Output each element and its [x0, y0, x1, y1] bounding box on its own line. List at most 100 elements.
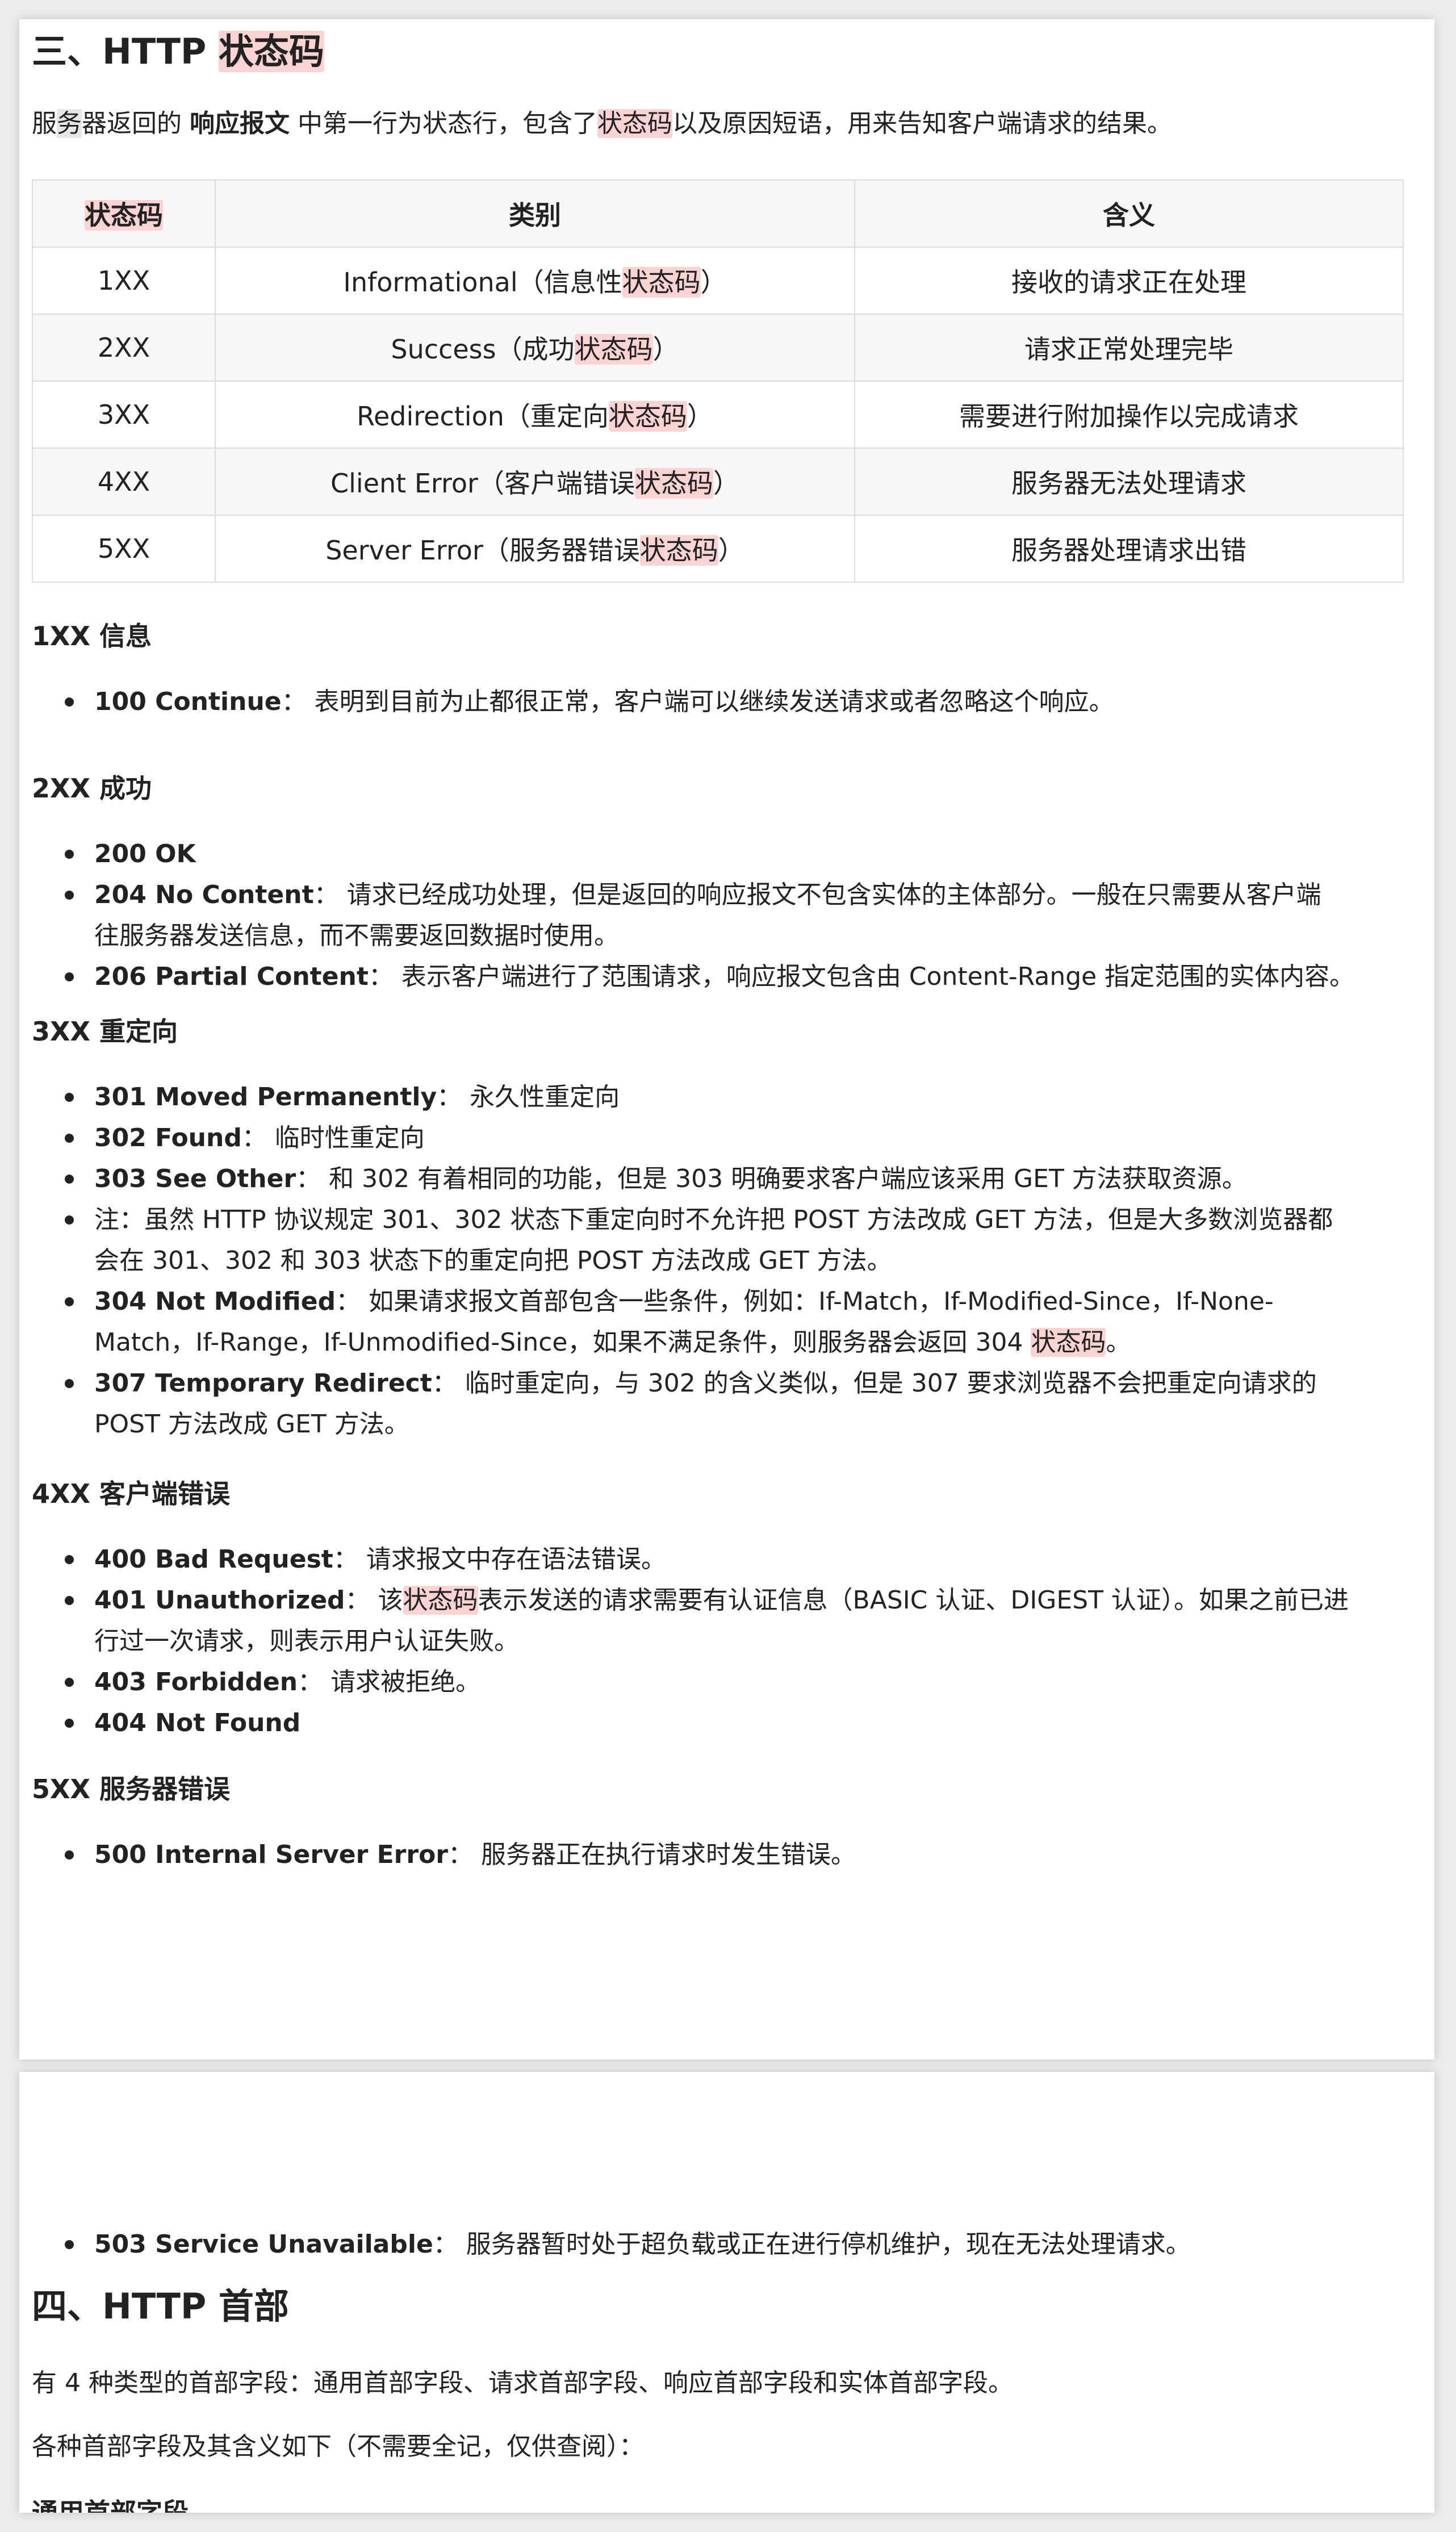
cell-code: 5XX	[32, 515, 216, 583]
item-term: 100 Continue	[94, 687, 282, 716]
item-text: ： 和 302 有着相同的功能，但是 303 明确要求客户端应该采用 GET 方…	[296, 1164, 1247, 1193]
cat-text: Informational（信息性	[343, 267, 622, 298]
item-text: ： 服务器暂时处于超负载或正在进行停机维护，现在无法处理请求。	[433, 2230, 1191, 2259]
item-text: 表示发送的请求需要有认证信息（BASIC 认证、DIGEST 认证）。如果之前已…	[478, 1586, 1349, 1615]
header-code: 状态码	[32, 179, 216, 248]
item-term: 301 Moved Permanently	[94, 1083, 437, 1112]
item-text: 行过一次请求，则表示用户认证失败。	[94, 1627, 519, 1656]
item-text: ： 表明到目前为止都很正常，客户端可以继续发送请求或者忽略这个响应。	[281, 687, 1114, 716]
headers-paragraph-1: 有 4 种类型的首部字段：通用首部字段、请求首部字段、响应首部字段和实体首部字段…	[32, 2368, 1013, 2397]
item-text: ： 临时重定向，与 302 的含义类似，但是 307 要求浏览器不会把重定向请求…	[432, 1369, 1317, 1398]
list-2xx: 200 OK 204 No Content： 请求已经成功处理，但是返回的响应报…	[32, 834, 1406, 997]
cat-text: Server Error（服务器错误	[325, 535, 640, 566]
heading-4xx: 4XX 客户端错误	[32, 1478, 230, 1509]
header-category: 类别	[215, 179, 855, 248]
section-2xx: 2XX 成功 200 OK 204 No Content： 请求已经成功处理，但…	[32, 768, 1406, 997]
item-term: 206 Partial Content	[94, 962, 369, 991]
cell-meaning: 服务器处理请求出错	[854, 515, 1404, 583]
cell-meaning: 接收的请求正在处理	[854, 246, 1404, 315]
status-code-table: 状态码 类别 含义 1XX Informational（信息性状态码） 接收的请…	[32, 179, 1404, 583]
cat-highlight: 状态码	[639, 535, 718, 566]
intro-text: 器返回的	[82, 109, 190, 138]
list-item: 204 No Content： 请求已经成功处理，但是返回的响应报文不包含实体的…	[65, 875, 1406, 956]
list-item: 206 Partial Content： 表示客户端进行了范围请求，响应报文包含…	[65, 956, 1406, 997]
cell-category: Success（成功状态码）	[215, 314, 855, 382]
cat-text: Redirection（重定向	[357, 401, 609, 432]
section-4xx: 4XX 客户端错误 400 Bad Request： 请求报文中存在语法错误。 …	[32, 1473, 1406, 1744]
item-text: Match，If-Range，If-Unmodified-Since，如果不满足…	[94, 1328, 1031, 1357]
item-term: 307 Temporary Redirect	[94, 1369, 432, 1398]
section-1xx: 1XX 信息 100 Continue： 表明到目前为止都很正常，客户端可以继续…	[32, 616, 1406, 722]
intro-text: 中第一行为状态行，包含了	[290, 109, 597, 138]
intro-text: 服	[32, 109, 57, 138]
list-3xx: 301 Moved Permanently： 永久性重定向 302 Found：…	[32, 1077, 1406, 1445]
list-item: 401 Unauthorized： 该状态码表示发送的请求需要有认证信息（BAS…	[65, 1580, 1406, 1662]
item-text: POST 方法改成 GET 方法。	[94, 1410, 409, 1439]
cat-text: ）	[700, 267, 727, 298]
cat-text: Client Error（客户端错误	[330, 468, 635, 499]
cell-category: Informational（信息性状态码）	[215, 246, 855, 315]
document-page-2: 503 Service Unavailable： 服务器暂时处于超负载或正在进行…	[19, 2072, 1434, 2513]
intro-selected-char: 务	[57, 109, 82, 138]
item-term: 401 Unauthorized	[94, 1586, 345, 1615]
list-1xx: 100 Continue： 表明到目前为止都很正常，客户端可以继续发送请求或者忽…	[32, 682, 1406, 722]
item-text: ： 临时性重定向	[241, 1123, 425, 1152]
heading-1xx: 1XX 信息	[32, 621, 152, 651]
list-item: 400 Bad Request： 请求报文中存在语法错误。	[65, 1539, 1406, 1580]
header-code-text: 状态码	[85, 200, 163, 231]
item-term: 204 No Content	[94, 880, 314, 909]
heading-2xx: 2XX 成功	[32, 773, 152, 804]
cell-code: 2XX	[32, 314, 216, 382]
cat-highlight: 状态码	[608, 401, 687, 432]
item-term: 200 OK	[94, 839, 196, 868]
cat-text: ）	[713, 468, 739, 499]
list-item: 304 Not Modified： 如果请求报文首部包含一些条件，例如：If-M…	[65, 1281, 1406, 1363]
title-highlight: 状态码	[218, 31, 324, 72]
heading-5xx: 5XX 服务器错误	[32, 1774, 230, 1804]
heading-3xx: 3XX 重定向	[32, 1016, 178, 1047]
intro-text: 以及原因短语，用来告知客户端请求的结果。	[672, 109, 1172, 138]
heading-general-headers-cut: 通用首部字段	[32, 2497, 189, 2513]
cat-text: Success（成功	[391, 334, 575, 365]
cat-text: ）	[687, 401, 713, 432]
list-item: 403 Forbidden： 请求被拒绝。	[65, 1662, 1406, 1703]
item-text: ： 该	[345, 1586, 403, 1615]
cat-highlight: 状态码	[574, 334, 653, 365]
item-text: 会在 301、302 和 303 状态下的重定向把 POST 方法改成 GET …	[94, 1246, 892, 1275]
cell-meaning: 需要进行附加操作以完成请求	[854, 381, 1404, 449]
cell-code: 3XX	[32, 381, 216, 449]
intro-highlight: 状态码	[597, 109, 672, 138]
table-row: 5XX Server Error（服务器错误状态码） 服务器处理请求出错	[32, 515, 1404, 583]
header-meaning: 含义	[854, 179, 1404, 248]
cell-meaning: 服务器无法处理请求	[854, 448, 1404, 516]
item-highlight: 状态码	[403, 1586, 478, 1615]
list-item: 200 OK	[65, 834, 1406, 875]
section-title-status-codes: 三、HTTP 状态码	[32, 31, 324, 73]
item-term: 500 Internal Server Error	[94, 1840, 449, 1869]
list-item: 307 Temporary Redirect： 临时重定向，与 302 的含义类…	[65, 1363, 1406, 1445]
intro-paragraph: 服务器返回的 响应报文 中第一行为状态行，包含了状态码以及原因短语，用来告知客户…	[32, 103, 1172, 144]
list-item: 500 Internal Server Error： 服务器正在执行请求时发生错…	[65, 1835, 1406, 1875]
item-term: 303 See Other	[94, 1164, 296, 1193]
table-row: 4XX Client Error（客户端错误状态码） 服务器无法处理请求	[32, 448, 1404, 516]
list-item: 302 Found： 临时性重定向	[65, 1118, 1406, 1159]
table-header-row: 状态码 类别 含义	[32, 179, 1404, 248]
item-text: ： 永久性重定向	[437, 1083, 620, 1112]
item-highlight: 状态码	[1031, 1328, 1106, 1357]
document-page-1: 三、HTTP 状态码 服务器返回的 响应报文 中第一行为状态行，包含了状态码以及…	[19, 19, 1434, 2059]
title-text: 三、HTTP	[32, 31, 219, 72]
headers-paragraph-2: 各种首部字段及其含义如下（不需要全记，仅供查阅）：	[32, 2432, 644, 2461]
table-row: 3XX Redirection（重定向状态码） 需要进行附加操作以完成请求	[32, 381, 1404, 449]
item-text: ： 表示客户端进行了范围请求，响应报文包含由 Content-Range 指定范…	[368, 962, 1355, 991]
item-text: 往服务器发送信息，而不需要返回数据时使用。	[94, 921, 619, 950]
item-term: 403 Forbidden	[94, 1668, 298, 1697]
cell-meaning: 请求正常处理完毕	[854, 314, 1404, 382]
intro-bold-term: 响应报文	[190, 109, 290, 138]
item-term: 400 Bad Request	[94, 1545, 333, 1574]
list-5xx-continued: 503 Service Unavailable： 服务器暂时处于超负载或正在进行…	[32, 2224, 1434, 2265]
list-item: 503 Service Unavailable： 服务器暂时处于超负载或正在进行…	[65, 2224, 1434, 2265]
list-item: 301 Moved Permanently： 永久性重定向	[65, 1077, 1406, 1118]
item-text: ： 请求被拒绝。	[298, 1668, 481, 1697]
item-term: 304 Not Modified	[94, 1287, 336, 1316]
cell-category: Redirection（重定向状态码）	[215, 381, 855, 449]
